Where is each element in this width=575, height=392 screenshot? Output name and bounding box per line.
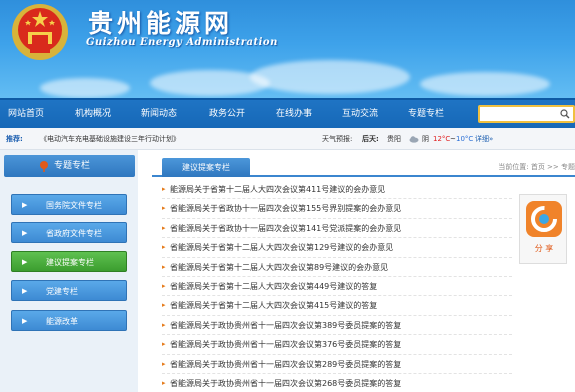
bullet-icon: ▸	[162, 301, 166, 310]
search-input[interactable]	[478, 105, 575, 123]
arrow-right-icon: ▶	[22, 317, 28, 325]
sidebar-item-label: 建议提案专栏	[46, 258, 94, 267]
list-item-title: 省能源局关于政协贵州省十一届四次会议第389号委员提案的答复	[170, 320, 402, 330]
sidebar-item-label: 能源改革	[46, 317, 78, 326]
share-widget[interactable]: 分 享	[519, 194, 567, 264]
bullet-icon: ▸	[162, 340, 166, 349]
cloud-decoration	[40, 78, 130, 98]
list-item-title: 省能源局关于省第十二届人大四次会议第89号建议的会办意见	[170, 262, 389, 272]
list-item[interactable]: ▸ 省能源局关于政协贵州省十一届四次会议第389号委员提案的答复	[162, 316, 512, 336]
bullet-icon: ▸	[162, 320, 166, 329]
arrow-right-icon: ▶	[22, 258, 28, 266]
breadcrumb: 当前位置: 首页 >> 专题	[498, 163, 575, 171]
temp-separator: ~	[450, 135, 456, 143]
national-emblem-icon	[12, 4, 68, 60]
list-item-title: 省能源局关于省政协十一届四次会议第155号界别提案的会办意见	[170, 204, 402, 214]
list-item-title: 省能源局关于省第十二届人大四次会议第449号建议的答复	[170, 281, 378, 291]
nav-item-online-service[interactable]: 在线办事	[276, 100, 312, 128]
list-item[interactable]: ▸ 省能源局关于省第十二届人大四次会议第449号建议的答复	[162, 277, 512, 297]
recommend-label: 推荐:	[6, 135, 23, 143]
arrow-right-icon: ▶	[22, 287, 28, 295]
bullet-icon: ▸	[162, 223, 166, 232]
list-item[interactable]: ▸ 省能源局关于政协贵州省十一届四次会议第376号委员提案的答复	[162, 335, 512, 355]
main-nav: 网站首页 机构概况 新闻动态 政务公开 在线办事 互动交流 专题专栏	[0, 98, 575, 128]
cloud-decoration	[420, 72, 550, 96]
list-item[interactable]: ▸ 省能源局关于政协贵州省十一届四次会议第289号委员提案的答复	[162, 355, 512, 374]
cloud-decoration	[250, 60, 410, 94]
bullet-icon: ▸	[162, 204, 166, 213]
sidebar-heading: 专题专栏	[4, 155, 135, 177]
site-subtitle: Guizhou Energy Administration	[86, 37, 278, 48]
sidebar-heading-label: 专题专栏	[54, 161, 91, 171]
nav-item-home[interactable]: 网站首页	[8, 100, 44, 128]
weather-day-label: 后天:	[362, 135, 379, 143]
list-item-title: 省能源局关于政协贵州省十一届四次会议第376号委员提案的答复	[170, 340, 402, 350]
list-item[interactable]: ▸ 省能源局关于省第十二届人大四次会议第415号建议的答复	[162, 296, 512, 316]
list-item[interactable]: ▸ 能源局关于省第十二届人大四次会议第411号建议的会办意见	[162, 180, 512, 200]
share-label[interactable]: 分 享	[520, 243, 568, 254]
arrow-right-icon: ▶	[22, 201, 28, 209]
site-title: 贵州能源网	[88, 9, 234, 38]
list-item[interactable]: ▸ 省能源局关于省第十二届人大四次会议第89号建议的会办意见	[162, 258, 512, 277]
sidebar-item-proposals[interactable]: ▶ 建议提案专栏	[11, 251, 127, 272]
share-logo-icon[interactable]	[526, 201, 562, 237]
sidebar-item-label: 党建专栏	[46, 287, 78, 296]
nav-item-interaction[interactable]: 互动交流	[342, 100, 378, 128]
sidebar-item-label: 国务院文件专栏	[46, 201, 102, 210]
list-item[interactable]: ▸ 省能源局关于省政协十一届四次会议第155号界别提案的会办意见	[162, 199, 512, 219]
recommend-link[interactable]: 《电动汽车充电基础设施建设三年行动计划》	[40, 128, 180, 150]
temp-low: 10°C	[456, 135, 474, 143]
article-list: ▸ 能源局关于省第十二届人大四次会议第411号建议的会办意见 ▸ 省能源局关于省政协…	[162, 180, 512, 392]
weather-label: 天气预报:	[322, 135, 353, 143]
sidebar-item-party-building[interactable]: ▶ 党建专栏	[11, 280, 127, 301]
nav-item-special[interactable]: 专题专栏	[408, 100, 444, 128]
list-item-title: 能源局关于省第十二届人大四次会议第411号建议的会办意见	[170, 185, 386, 194]
bullet-icon: ▸	[162, 378, 166, 387]
weather-condition: 阴	[422, 135, 429, 143]
list-item-title: 省能源局关于省政协十一届四次会议第141号党派提案的会办意见	[170, 223, 402, 233]
list-item-title: 省能源局关于省第十二届人大四次会议第415号建议的答复	[170, 301, 378, 311]
bullet-icon: ▸	[162, 359, 166, 368]
site-header: 贵州能源网 Guizhou Energy Administration	[0, 0, 575, 98]
list-item[interactable]: ▸ 省能源局关于省第十二届人大四次会议第129号建议的会办意见	[162, 238, 512, 258]
sidebar-item-state-council[interactable]: ▶ 国务院文件专栏	[11, 194, 127, 215]
tab-proposals[interactable]: 建议提案专栏	[162, 158, 250, 177]
bullet-icon: ▸	[162, 281, 166, 290]
list-item[interactable]: ▸ 省能源局关于省政协十一届四次会议第141号党派提案的会办意见	[162, 219, 512, 239]
list-item-title: 省能源局关于政协贵州省十一届四次会议第268号委员提案的答复	[170, 378, 402, 388]
nav-item-about[interactable]: 机构概况	[75, 100, 111, 128]
nav-item-gov-open[interactable]: 政务公开	[209, 100, 245, 128]
sidebar: 专题专栏 ▶ 国务院文件专栏 ▶ 省政府文件专栏 ▶ 建议提案专栏 ▶ 党建专栏…	[0, 150, 138, 392]
arrow-right-icon: ▶	[22, 229, 28, 237]
bullet-icon: ▸	[162, 243, 166, 252]
pin-icon	[40, 161, 48, 172]
nav-item-news[interactable]: 新闻动态	[141, 100, 177, 128]
sidebar-item-provincial-gov[interactable]: ▶ 省政府文件专栏	[11, 222, 127, 243]
sidebar-item-energy-reform[interactable]: ▶ 能源改革	[11, 310, 127, 331]
temp-high: 12°C	[433, 135, 451, 143]
list-item-title: 省能源局关于省第十二届人大四次会议第129号建议的会办意见	[170, 243, 394, 253]
list-item-title: 省能源局关于政协贵州省十一届四次会议第289号委员提案的答复	[170, 359, 402, 369]
bullet-icon: ▸	[162, 185, 166, 193]
main-content: 建议提案专栏 当前位置: 首页 >> 专题 ▸ 能源局关于省第十二届人大四次会议第…	[152, 150, 575, 392]
info-bar: 推荐: 《电动汽车充电基础设施建设三年行动计划》 天气预报: 后天: 贵阳 阴 …	[0, 128, 575, 150]
weather-detail-link[interactable]: 详细»	[475, 128, 493, 150]
bullet-icon: ▸	[162, 262, 166, 271]
list-item[interactable]: ▸ 省能源局关于政协贵州省十一届四次会议第268号委员提案的答复	[162, 374, 512, 392]
sidebar-item-label: 省政府文件专栏	[46, 229, 102, 238]
weather-city: 贵阳	[387, 135, 401, 143]
search-icon[interactable]	[560, 109, 570, 119]
section-tab-bar: 建议提案专栏 当前位置: 首页 >> 专题	[152, 155, 575, 177]
